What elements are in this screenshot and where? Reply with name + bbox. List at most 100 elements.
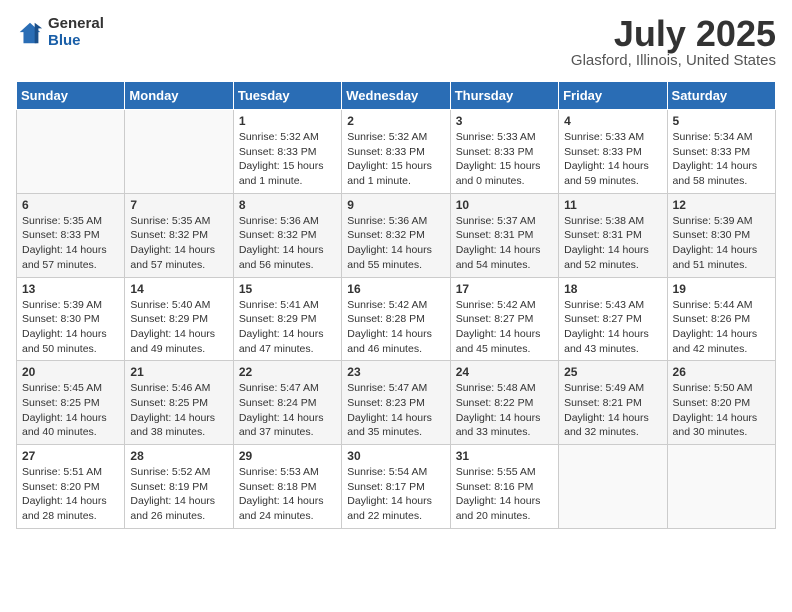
day-number: 13 xyxy=(22,282,119,296)
calendar-cell: 28 Sunrise: 5:52 AM Sunset: 8:19 PM Dayli… xyxy=(125,445,233,529)
calendar-cell: 27 Sunrise: 5:51 AM Sunset: 8:20 PM Dayli… xyxy=(17,445,125,529)
day-number: 19 xyxy=(673,282,770,296)
calendar-cell: 26 Sunrise: 5:50 AM Sunset: 8:20 PM Dayli… xyxy=(667,361,775,445)
cell-content: Sunrise: 5:33 AM Sunset: 8:33 PM Dayligh… xyxy=(456,130,553,189)
weekday-header: Thursday xyxy=(450,82,558,110)
calendar-cell: 9 Sunrise: 5:36 AM Sunset: 8:32 PM Daylig… xyxy=(342,193,450,277)
day-number: 16 xyxy=(347,282,444,296)
weekday-header: Tuesday xyxy=(233,82,341,110)
cell-content: Sunrise: 5:32 AM Sunset: 8:33 PM Dayligh… xyxy=(239,130,336,189)
day-number: 24 xyxy=(456,365,553,379)
calendar-cell: 12Sunrise: 5:39 AM Sunset: 8:30 PM Dayli… xyxy=(667,193,775,277)
calendar-cell: 7Sunrise: 5:35 AM Sunset: 8:32 PM Daylig… xyxy=(125,193,233,277)
day-number: 20 xyxy=(22,365,119,379)
cell-content: Sunrise: 5:36 AM Sunset: 8:32 PM Dayligh… xyxy=(347,214,444,273)
day-number: 5 xyxy=(673,114,770,128)
calendar-cell: 29Sunrise: 5:53 AM Sunset: 8:18 PM Dayli… xyxy=(233,445,341,529)
cell-content: Sunrise: 5:35 AM Sunset: 8:32 PM Dayligh… xyxy=(130,214,227,273)
logo-blue-text: Blue xyxy=(48,33,104,50)
calendar-body: 1Sunrise: 5:32 AM Sunset: 8:33 PM Daylig… xyxy=(17,110,776,529)
calendar-cell: 30 Sunrise: 5:54 AM Sunset: 8:17 PM Dayli… xyxy=(342,445,450,529)
calendar-cell: 3 Sunrise: 5:33 AM Sunset: 8:33 PM Daylig… xyxy=(450,110,558,194)
cell-content: Sunrise: 5:49 AM Sunset: 8:21 PM Dayligh… xyxy=(564,381,661,440)
cell-content: Sunrise: 5:55 AM Sunset: 8:16 PM Dayligh… xyxy=(456,465,553,524)
cell-content: Sunrise: 5:42 AM Sunset: 8:27 PM Dayligh… xyxy=(456,298,553,357)
day-number: 4 xyxy=(564,114,661,128)
calendar-header-row: SundayMondayTuesdayWednesdayThursdayFrid… xyxy=(17,82,776,110)
calendar-week-row: 20Sunrise: 5:45 AM Sunset: 8:25 PM Dayli… xyxy=(17,361,776,445)
logo: General Blue xyxy=(16,16,104,49)
day-number: 8 xyxy=(239,198,336,212)
calendar-cell: 19 Sunrise: 5:44 AM Sunset: 8:26 PM Dayli… xyxy=(667,277,775,361)
calendar-cell: 5 Sunrise: 5:34 AM Sunset: 8:33 PM Daylig… xyxy=(667,110,775,194)
calendar-cell: 10 Sunrise: 5:37 AM Sunset: 8:31 PM Dayli… xyxy=(450,193,558,277)
day-number: 26 xyxy=(673,365,770,379)
calendar-cell: 24 Sunrise: 5:48 AM Sunset: 8:22 PM Dayli… xyxy=(450,361,558,445)
calendar-cell: 31Sunrise: 5:55 AM Sunset: 8:16 PM Dayli… xyxy=(450,445,558,529)
weekday-header: Friday xyxy=(559,82,667,110)
calendar-cell: 11 Sunrise: 5:38 AM Sunset: 8:31 PM Dayli… xyxy=(559,193,667,277)
weekday-header: Sunday xyxy=(17,82,125,110)
cell-content: Sunrise: 5:32 AM Sunset: 8:33 PM Dayligh… xyxy=(347,130,444,189)
calendar-cell xyxy=(559,445,667,529)
calendar-cell xyxy=(125,110,233,194)
calendar-week-row: 1Sunrise: 5:32 AM Sunset: 8:33 PM Daylig… xyxy=(17,110,776,194)
calendar-cell: 8 Sunrise: 5:36 AM Sunset: 8:32 PM Daylig… xyxy=(233,193,341,277)
location-title: Glasford, Illinois, United States xyxy=(571,52,776,69)
cell-content: Sunrise: 5:43 AM Sunset: 8:27 PM Dayligh… xyxy=(564,298,661,357)
calendar-cell: 25 Sunrise: 5:49 AM Sunset: 8:21 PM Dayli… xyxy=(559,361,667,445)
cell-content: Sunrise: 5:35 AM Sunset: 8:33 PM Dayligh… xyxy=(22,214,119,273)
weekday-header: Wednesday xyxy=(342,82,450,110)
title-area: July 2025 Glasford, Illinois, United Sta… xyxy=(571,16,776,69)
calendar-cell: 2 Sunrise: 5:32 AM Sunset: 8:33 PM Daylig… xyxy=(342,110,450,194)
logo-general-text: General xyxy=(48,16,104,33)
cell-content: Sunrise: 5:50 AM Sunset: 8:20 PM Dayligh… xyxy=(673,381,770,440)
day-number: 11 xyxy=(564,198,661,212)
calendar-cell xyxy=(667,445,775,529)
calendar-cell: 4 Sunrise: 5:33 AM Sunset: 8:33 PM Daylig… xyxy=(559,110,667,194)
day-number: 22 xyxy=(239,365,336,379)
cell-content: Sunrise: 5:42 AM Sunset: 8:28 PM Dayligh… xyxy=(347,298,444,357)
cell-content: Sunrise: 5:38 AM Sunset: 8:31 PM Dayligh… xyxy=(564,214,661,273)
cell-content: Sunrise: 5:36 AM Sunset: 8:32 PM Dayligh… xyxy=(239,214,336,273)
day-number: 25 xyxy=(564,365,661,379)
calendar-cell: 14Sunrise: 5:40 AM Sunset: 8:29 PM Dayli… xyxy=(125,277,233,361)
cell-content: Sunrise: 5:48 AM Sunset: 8:22 PM Dayligh… xyxy=(456,381,553,440)
calendar-cell: 16 Sunrise: 5:42 AM Sunset: 8:28 PM Dayli… xyxy=(342,277,450,361)
calendar-cell: 23Sunrise: 5:47 AM Sunset: 8:23 PM Dayli… xyxy=(342,361,450,445)
cell-content: Sunrise: 5:39 AM Sunset: 8:30 PM Dayligh… xyxy=(22,298,119,357)
day-number: 18 xyxy=(564,282,661,296)
cell-content: Sunrise: 5:44 AM Sunset: 8:26 PM Dayligh… xyxy=(673,298,770,357)
calendar-cell: 15Sunrise: 5:41 AM Sunset: 8:29 PM Dayli… xyxy=(233,277,341,361)
calendar-table: SundayMondayTuesdayWednesdayThursdayFrid… xyxy=(16,81,776,529)
calendar-cell: 22Sunrise: 5:47 AM Sunset: 8:24 PM Dayli… xyxy=(233,361,341,445)
calendar-cell: 20Sunrise: 5:45 AM Sunset: 8:25 PM Dayli… xyxy=(17,361,125,445)
day-number: 15 xyxy=(239,282,336,296)
day-number: 28 xyxy=(130,449,227,463)
calendar-cell: 13 Sunrise: 5:39 AM Sunset: 8:30 PM Dayli… xyxy=(17,277,125,361)
day-number: 2 xyxy=(347,114,444,128)
day-number: 14 xyxy=(130,282,227,296)
cell-content: Sunrise: 5:51 AM Sunset: 8:20 PM Dayligh… xyxy=(22,465,119,524)
day-number: 21 xyxy=(130,365,227,379)
cell-content: Sunrise: 5:39 AM Sunset: 8:30 PM Dayligh… xyxy=(673,214,770,273)
day-number: 3 xyxy=(456,114,553,128)
cell-content: Sunrise: 5:52 AM Sunset: 8:19 PM Dayligh… xyxy=(130,465,227,524)
calendar-cell: 6 Sunrise: 5:35 AM Sunset: 8:33 PM Daylig… xyxy=(17,193,125,277)
calendar-week-row: 27 Sunrise: 5:51 AM Sunset: 8:20 PM Dayli… xyxy=(17,445,776,529)
day-number: 30 xyxy=(347,449,444,463)
day-number: 27 xyxy=(22,449,119,463)
day-number: 10 xyxy=(456,198,553,212)
day-number: 9 xyxy=(347,198,444,212)
day-number: 6 xyxy=(22,198,119,212)
cell-content: Sunrise: 5:54 AM Sunset: 8:17 PM Dayligh… xyxy=(347,465,444,524)
cell-content: Sunrise: 5:37 AM Sunset: 8:31 PM Dayligh… xyxy=(456,214,553,273)
cell-content: Sunrise: 5:33 AM Sunset: 8:33 PM Dayligh… xyxy=(564,130,661,189)
cell-content: Sunrise: 5:34 AM Sunset: 8:33 PM Dayligh… xyxy=(673,130,770,189)
calendar-cell xyxy=(17,110,125,194)
cell-content: Sunrise: 5:53 AM Sunset: 8:18 PM Dayligh… xyxy=(239,465,336,524)
logo-icon xyxy=(16,19,44,47)
day-number: 23 xyxy=(347,365,444,379)
calendar-cell: 21Sunrise: 5:46 AM Sunset: 8:25 PM Dayli… xyxy=(125,361,233,445)
calendar-week-row: 6 Sunrise: 5:35 AM Sunset: 8:33 PM Daylig… xyxy=(17,193,776,277)
